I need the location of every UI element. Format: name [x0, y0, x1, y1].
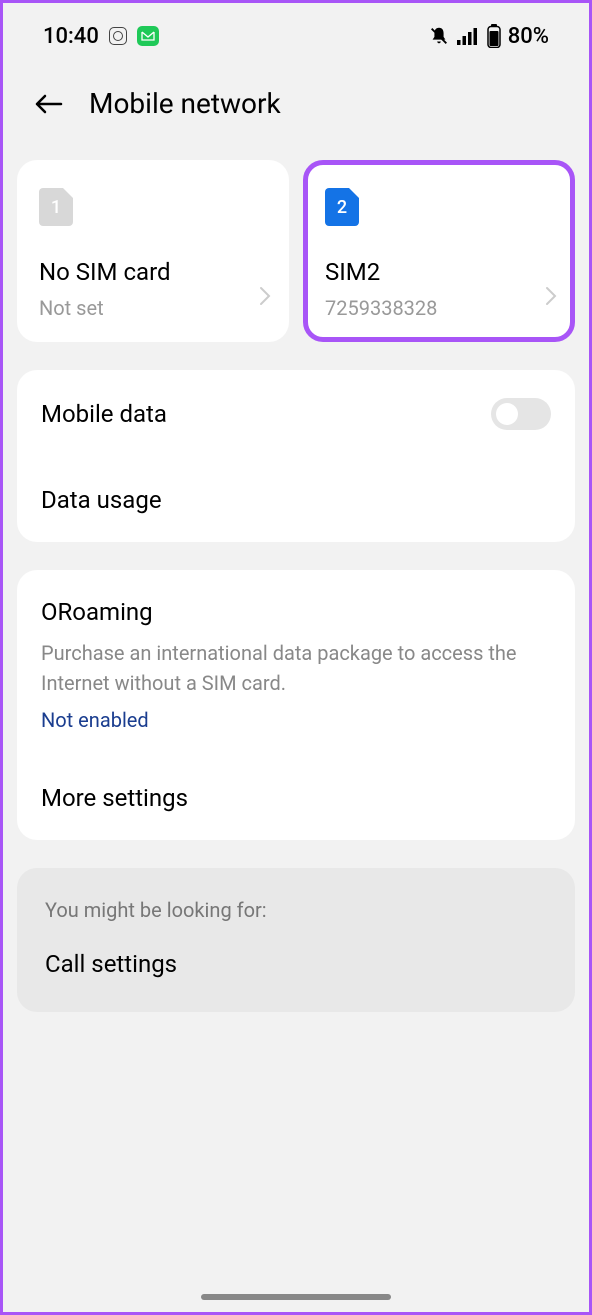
- status-time: 10:40: [43, 24, 99, 49]
- page-header: Mobile network: [3, 63, 589, 140]
- notification-muted-icon: [428, 25, 450, 47]
- data-usage-row[interactable]: Data usage: [17, 458, 575, 542]
- sim-card-2[interactable]: 2 SIM2 7259338328: [303, 160, 575, 342]
- battery-icon: [486, 24, 502, 48]
- call-settings-link[interactable]: Call settings: [45, 950, 547, 978]
- oroaming-title: ORoaming: [41, 598, 551, 626]
- oroaming-row[interactable]: ORoaming Purchase an international data …: [17, 570, 575, 756]
- instagram-icon: [109, 27, 127, 45]
- mail-icon: [137, 26, 159, 46]
- sim-badge-2: 2: [325, 188, 359, 226]
- home-indicator[interactable]: [201, 1294, 391, 1300]
- status-bar: 10:40 80%: [3, 3, 589, 63]
- suggestion-hint: You might be looking for:: [45, 898, 547, 922]
- oroaming-description: Purchase an international data package t…: [41, 638, 551, 698]
- sim-title-1: No SIM card: [39, 258, 267, 286]
- signal-icon: [456, 26, 480, 46]
- back-arrow-icon[interactable]: [33, 92, 65, 116]
- suggestion-card: You might be looking for: Call settings: [17, 868, 575, 1012]
- sim-badge-1: 1: [39, 188, 73, 226]
- sim-cards-container: 1 No SIM card Not set 2 SIM2 7259338328: [17, 160, 575, 342]
- chevron-right-icon: [545, 286, 557, 306]
- oroaming-status: Not enabled: [41, 708, 551, 732]
- more-settings-label: More settings: [41, 784, 188, 812]
- sim-subtitle-2: 7259338328: [325, 296, 553, 320]
- sim-subtitle-1: Not set: [39, 296, 267, 320]
- status-left: 10:40: [43, 24, 159, 49]
- data-settings-group: Mobile data Data usage: [17, 370, 575, 542]
- sim-card-1[interactable]: 1 No SIM card Not set: [17, 160, 289, 342]
- mobile-data-toggle[interactable]: [491, 398, 551, 430]
- battery-percentage: 80%: [508, 24, 549, 49]
- roaming-settings-group: ORoaming Purchase an international data …: [17, 570, 575, 840]
- chevron-right-icon: [259, 286, 271, 306]
- mobile-data-label: Mobile data: [41, 400, 167, 428]
- data-usage-label: Data usage: [41, 486, 162, 514]
- page-title: Mobile network: [89, 87, 281, 120]
- mobile-data-row[interactable]: Mobile data: [17, 370, 575, 458]
- sim-title-2: SIM2: [325, 258, 553, 286]
- more-settings-row[interactable]: More settings: [17, 756, 575, 840]
- status-right: 80%: [428, 24, 549, 49]
